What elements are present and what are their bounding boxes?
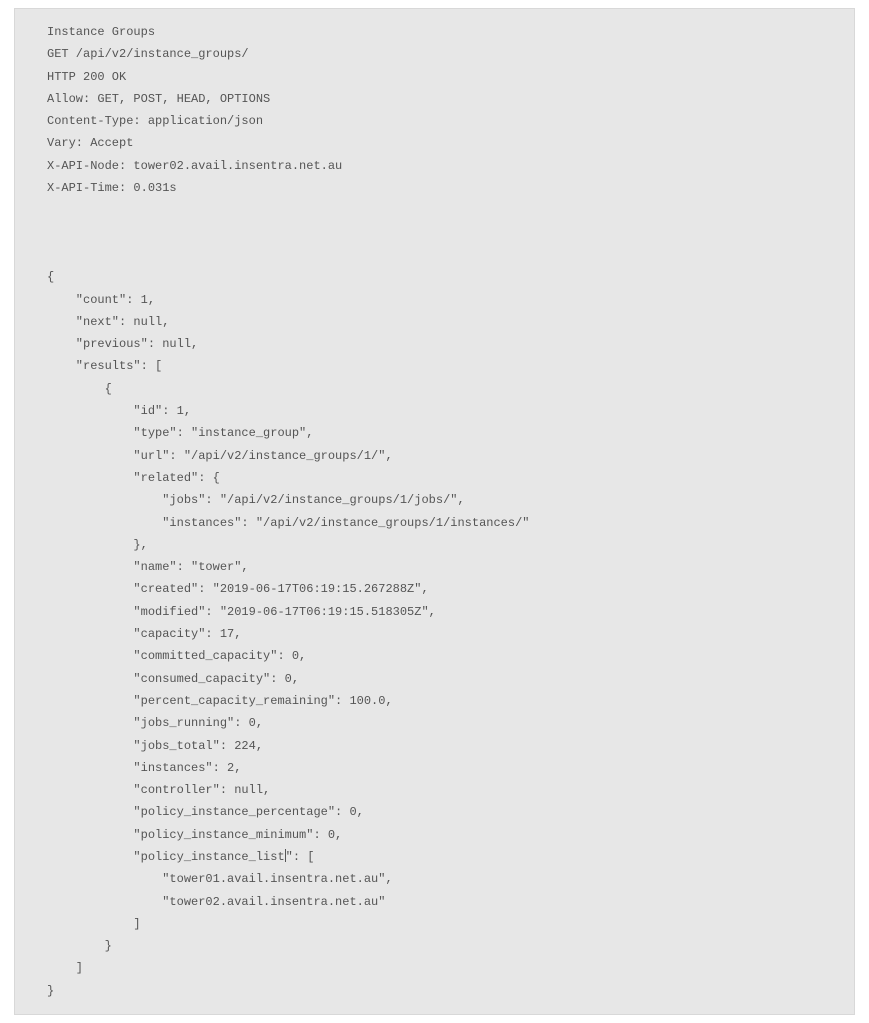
header-x-api-time: X-API-Time: 0.031s (47, 181, 177, 195)
body-close: } (47, 984, 54, 998)
body-id: "id": 1, (47, 404, 191, 418)
body-pil-1: "tower01.avail.insentra.net.au", (47, 872, 393, 886)
body-modified: "modified": "2019-06-17T06:19:15.518305Z… (47, 605, 436, 619)
body-previous: "previous": null, (47, 337, 198, 351)
body-open: { (47, 270, 54, 284)
body-url: "url": "/api/v2/instance_groups/1/", (47, 449, 393, 463)
body-policy-instance-percentage: "policy_instance_percentage": 0, (47, 805, 364, 819)
body-results-close: ] (47, 961, 83, 975)
header-x-api-node: X-API-Node: tower02.avail.insentra.net.a… (47, 159, 342, 173)
body-policy-instance-list-key-a: "policy_instance_list (47, 850, 285, 864)
body-jobs-total: "jobs_total": 224, (47, 739, 263, 753)
body-policy-instance-list-key-b: ": [ (286, 850, 315, 864)
body-controller: "controller": null, (47, 783, 270, 797)
body-type: "type": "instance_group", (47, 426, 313, 440)
api-title: Instance Groups (47, 25, 155, 39)
body-results-open: "results": [ (47, 359, 162, 373)
body-pil-2: "tower02.avail.insentra.net.au" (47, 895, 385, 909)
header-vary: Vary: Accept (47, 136, 133, 150)
body-policy-instance-minimum: "policy_instance_minimum": 0, (47, 828, 342, 842)
body-jobs-running: "jobs_running": 0, (47, 716, 263, 730)
body-item-close: } (47, 939, 112, 953)
body-next: "next": null, (47, 315, 169, 329)
body-created: "created": "2019-06-17T06:19:15.267288Z"… (47, 582, 429, 596)
body-capacity: "capacity": 17, (47, 627, 241, 641)
body-item-open: { (47, 382, 112, 396)
header-allow: Allow: GET, POST, HEAD, OPTIONS (47, 92, 270, 106)
body-name: "name": "tower", (47, 560, 249, 574)
api-response-block: Instance Groups GET /api/v2/instance_gro… (14, 8, 855, 1015)
header-content-type: Content-Type: application/json (47, 114, 263, 128)
body-committed-capacity: "committed_capacity": 0, (47, 649, 306, 663)
body-consumed-capacity: "consumed_capacity": 0, (47, 672, 299, 686)
body-percent-capacity-remaining: "percent_capacity_remaining": 100.0, (47, 694, 393, 708)
body-count: "count": 1, (47, 293, 155, 307)
body-related-jobs: "jobs": "/api/v2/instance_groups/1/jobs/… (47, 493, 465, 507)
body-related-open: "related": { (47, 471, 220, 485)
body-instances: "instances": 2, (47, 761, 241, 775)
body-related-instances: "instances": "/api/v2/instance_groups/1/… (47, 516, 529, 530)
request-line: GET /api/v2/instance_groups/ (47, 47, 249, 61)
body-related-close: }, (47, 538, 148, 552)
status-line: HTTP 200 OK (47, 70, 126, 84)
body-pil-close: ] (47, 917, 141, 931)
